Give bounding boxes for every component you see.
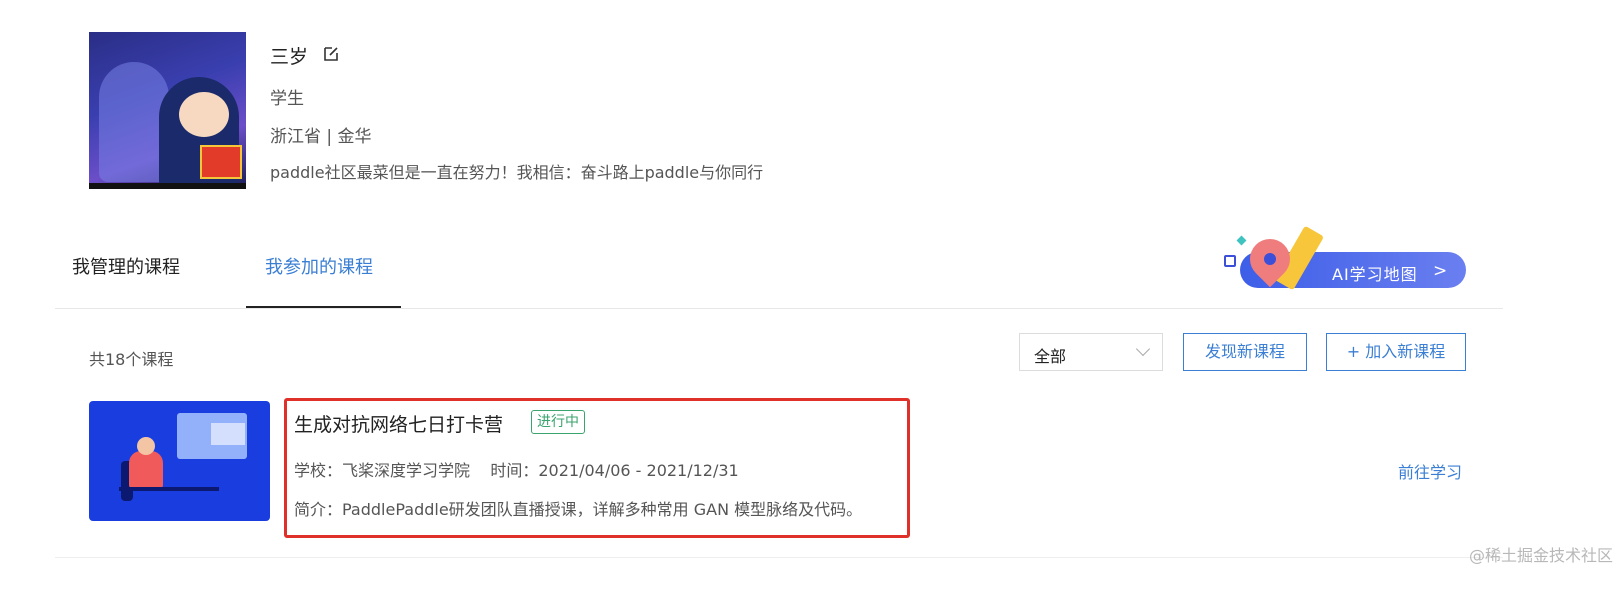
ai-map-label: AI学习地图	[1332, 265, 1418, 284]
sparkle-icon	[1236, 235, 1247, 246]
ai-learning-map-button[interactable]: AI学习地图 >	[1222, 225, 1467, 293]
discover-courses-button[interactable]: 发现新课程	[1183, 333, 1307, 371]
profile-name: 三岁	[270, 46, 309, 68]
tab-managed-courses[interactable]: 我管理的课程	[72, 253, 180, 279]
course-meta: 学校：飞桨深度学习学院 时间：2021/04/06 - 2021/12/31	[294, 461, 739, 480]
node-icon	[1224, 255, 1236, 267]
edit-icon[interactable]	[322, 45, 340, 63]
avatar-logo	[200, 145, 242, 179]
thumbnail-person-head	[137, 437, 155, 455]
course-title[interactable]: 生成对抗网络七日打卡营	[294, 410, 503, 437]
status-badge: 进行中	[531, 410, 585, 434]
profile-location: 浙江省 | 金华	[270, 127, 372, 147]
go-study-link[interactable]: 前往学习	[1398, 459, 1462, 483]
avatar	[89, 32, 246, 189]
add-course-button[interactable]: + 加入新课程	[1326, 333, 1466, 371]
chevron-right-icon: >	[1433, 261, 1448, 281]
chevron-down-icon	[1135, 341, 1151, 357]
course-count: 共18个课程	[89, 350, 174, 369]
tabs-divider	[55, 308, 1503, 309]
course-thumbnail[interactable]	[89, 401, 270, 521]
profile-role: 学生	[270, 89, 304, 109]
thumbnail-person	[129, 451, 163, 489]
course-description: 简介：PaddlePaddle研发团队直播授课，详解多种常用 GAN 模型脉络及…	[294, 500, 863, 519]
thumbnail-desk	[119, 487, 219, 491]
course-filter-select[interactable]: 全部	[1019, 333, 1163, 371]
map-pin-dot	[1264, 253, 1276, 265]
thumbnail-panel	[211, 423, 245, 445]
row-divider	[55, 557, 1503, 558]
tab-joined-courses[interactable]: 我参加的课程	[265, 253, 373, 279]
profile-bio: paddle社区最菜但是一直在努力！我相信：奋斗路上paddle与你同行	[270, 163, 764, 182]
avatar-figure-face	[179, 92, 229, 137]
watermark: @稀土掘金技术社区	[1468, 546, 1613, 565]
filter-selected-value: 全部	[1034, 347, 1067, 366]
avatar-bottom-bar	[89, 183, 246, 189]
